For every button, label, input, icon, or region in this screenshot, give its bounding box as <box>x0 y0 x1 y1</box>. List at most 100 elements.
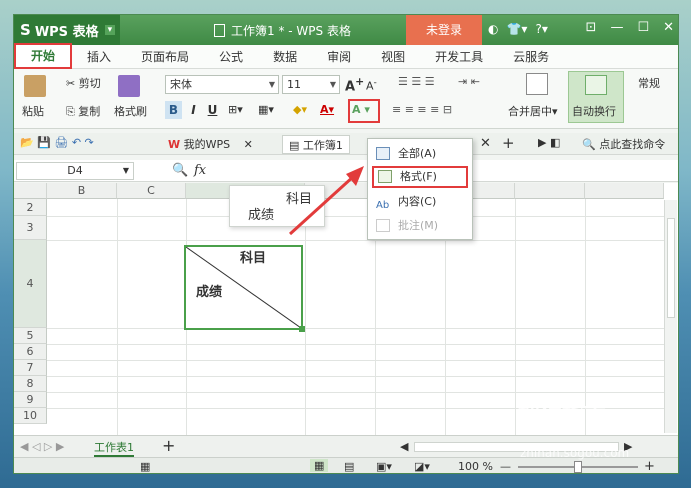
decrease-font-icon[interactable]: A- <box>366 77 377 93</box>
help-icon[interactable]: ?▾ <box>535 22 547 36</box>
cell-d4-bottom-text: 成绩 <box>196 285 223 300</box>
ribbon-toggle-icon[interactable]: ⊡ <box>586 20 597 35</box>
wps-w-icon: W <box>168 138 181 151</box>
nav-icons[interactable]: ▶ ◧ <box>538 136 560 149</box>
clear-icon[interactable]: A ▾ <box>352 103 370 116</box>
row-header-7[interactable]: 7 <box>14 360 47 376</box>
fill-color-icon[interactable]: ◆▾ <box>293 103 307 116</box>
quick-icons[interactable]: 📂 💾 🖨 ↶ ↷ <box>20 136 94 149</box>
close-icon[interactable]: ✕ <box>244 138 253 151</box>
row-header-10[interactable]: 10 <box>14 408 47 424</box>
row-header-9[interactable]: 9 <box>14 392 47 408</box>
underline-button[interactable]: U <box>204 101 221 119</box>
chevron-down-icon: ▼ <box>122 166 129 175</box>
paste-button[interactable]: 粘贴 <box>22 103 44 119</box>
scroll-left-icon[interactable]: ◀ <box>400 440 408 453</box>
app-menu-button[interactable]: S WPS 表格 ▾ <box>14 15 120 45</box>
format-painter-button[interactable]: 格式刷 <box>114 103 147 119</box>
tab-data[interactable]: 数据 <box>258 45 312 69</box>
clear-all-item[interactable]: 全部(A) <box>372 143 468 165</box>
align-top-icon[interactable]: ☰ ☰ ☰ <box>398 75 435 88</box>
quick-access-bar: 📂 💾 🖨 ↶ ↷ W 我的WPS ✕ ▤ 工作簿1 ✕ + ▶ ◧ 🔍 点此查… <box>14 133 678 155</box>
sheet-nav-icons[interactable]: ◀ ◁ ▷ ▶ <box>20 440 64 453</box>
zoom-fx-icon[interactable]: 🔍 <box>172 163 188 178</box>
clear-all-icon <box>376 147 390 160</box>
cut-button[interactable]: ✂ 剪切 <box>66 75 101 91</box>
increase-font-icon[interactable]: A+ <box>345 75 364 94</box>
tab-formulas[interactable]: 公式 <box>204 45 258 69</box>
row-header-3[interactable]: 3 <box>14 216 47 240</box>
tab-view[interactable]: 视图 <box>366 45 420 69</box>
scroll-thumb[interactable] <box>667 218 675 318</box>
font-name-select[interactable]: 宋体 ▼ <box>165 75 279 94</box>
fill-handle[interactable] <box>299 326 305 332</box>
row-header-8[interactable]: 8 <box>14 376 47 392</box>
italic-button[interactable]: I <box>185 101 202 119</box>
tab-page-layout[interactable]: 页面布局 <box>126 45 204 69</box>
cell-d4[interactable]: 科目 成绩 <box>184 245 305 332</box>
align-left-icon[interactable]: ≡ ≡ ≡ ≡ ⊟ <box>392 103 452 116</box>
column-header-c[interactable]: C <box>117 183 186 199</box>
close-icon[interactable]: ✕ <box>663 20 674 35</box>
column-header-b[interactable]: B <box>47 183 117 199</box>
select-all-corner[interactable] <box>14 183 47 199</box>
chevron-down-icon: ▾ <box>104 25 116 35</box>
clear-content-icon: Ab <box>376 200 390 211</box>
paste-icon[interactable] <box>24 75 46 97</box>
sheet-tab-1[interactable]: 工作表1 <box>94 439 134 457</box>
zoom-level[interactable]: 100 % <box>458 460 493 473</box>
minimize-icon[interactable]: — <box>610 20 623 35</box>
new-tab-icon[interactable]: + <box>502 134 515 152</box>
column-header-i[interactable] <box>585 183 664 199</box>
merge-icon[interactable] <box>526 73 548 95</box>
column-header-h[interactable] <box>515 183 585 199</box>
zoom-in-icon[interactable]: + <box>644 459 655 473</box>
fill-border-icon[interactable]: ▦▾ <box>258 103 274 116</box>
tab-start[interactable]: 开始 <box>14 42 73 69</box>
eye-protection-icon[interactable]: ◪▾ <box>414 460 430 473</box>
clear-comment-item[interactable]: 批注(M) <box>372 215 468 237</box>
tab-workbook[interactable]: ▤ 工作簿1 <box>282 135 350 154</box>
skin-icon[interactable]: ◐ <box>488 22 498 36</box>
title-tools: ◐ 👕▾ ?▾ <box>488 22 548 36</box>
row-header-4[interactable]: 4 <box>14 240 47 328</box>
tab-developer[interactable]: 开发工具 <box>420 45 498 69</box>
zoom-out-icon[interactable]: — <box>500 460 511 473</box>
indent-icon[interactable]: ⇥ ⇤ <box>458 75 480 88</box>
reading-view-icon[interactable]: ▣▾ <box>376 460 392 473</box>
page-break-view-icon[interactable]: ▤ <box>344 460 354 473</box>
row-header-2[interactable]: 2 <box>14 199 47 216</box>
copy-button[interactable]: ⎘ 复制 <box>66 103 100 119</box>
calendar-icon[interactable]: ▦ <box>140 460 150 473</box>
format-painter-icon[interactable] <box>118 75 140 97</box>
login-button[interactable]: 未登录 <box>406 15 482 45</box>
font-color-icon[interactable]: A▾ <box>320 103 334 116</box>
shirt-icon[interactable]: 👕▾ <box>506 22 527 36</box>
popup-bottom-text: 成绩 <box>248 208 275 223</box>
ribbon: 粘贴 ✂ 剪切 ⎘ 复制 格式刷 宋体 ▼ 11 ▼ A+ A- B I U ⊞… <box>14 69 678 129</box>
tab-mywps[interactable]: W 我的WPS ✕ <box>162 135 259 154</box>
zoom-slider-handle[interactable] <box>574 461 582 473</box>
tab-cloud[interactable]: 云服务 <box>498 45 564 69</box>
grid-line <box>47 240 664 241</box>
tab-review[interactable]: 审阅 <box>312 45 366 69</box>
border-icon[interactable]: ⊞▾ <box>228 103 243 116</box>
name-box[interactable]: D4 ▼ <box>16 162 134 180</box>
maximize-icon[interactable]: ☐ <box>637 20 649 35</box>
add-sheet-icon[interactable]: + <box>162 436 175 455</box>
search-command[interactable]: 🔍 点此查找命令 <box>582 136 665 152</box>
merge-center-button[interactable]: 合并居中▾ <box>508 103 558 119</box>
tab-insert[interactable]: 插入 <box>72 45 126 69</box>
help-label: ? <box>535 22 542 36</box>
clear-content-item[interactable]: Ab 内容(C) <box>372 191 468 213</box>
vertical-scrollbar[interactable] <box>664 200 677 433</box>
row-header-6[interactable]: 6 <box>14 344 47 360</box>
row-header-5[interactable]: 5 <box>14 328 47 344</box>
close-icon[interactable]: ✕ <box>480 136 491 151</box>
bold-button[interactable]: B <box>165 101 182 119</box>
clear-format-item[interactable]: 格式(F) <box>372 166 468 188</box>
font-size-select[interactable]: 11 ▼ <box>282 75 340 94</box>
number-format-select[interactable]: 常规 <box>634 75 678 94</box>
fx-button[interactable]: fx <box>194 163 206 178</box>
normal-view-icon[interactable]: ▦ <box>310 459 329 472</box>
